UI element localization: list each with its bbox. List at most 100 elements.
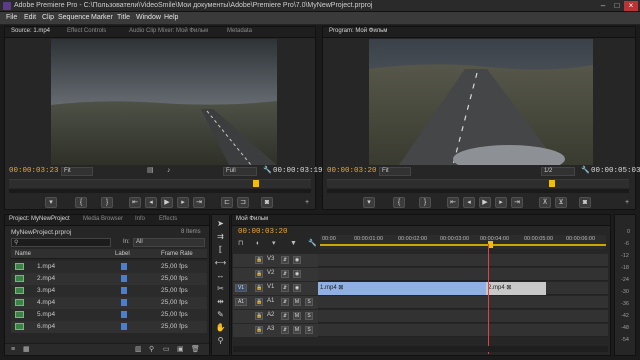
- tab-info[interactable]: Info: [135, 216, 145, 222]
- tab-program[interactable]: Program: Мой Фильм: [329, 28, 387, 34]
- tab-metadata[interactable]: Metadata: [227, 28, 252, 34]
- tab-effect-controls[interactable]: Effect Controls: [67, 28, 106, 34]
- tab-media-browser[interactable]: Media Browser: [83, 216, 123, 222]
- new-bin-icon[interactable]: ▭: [163, 345, 170, 354]
- close-button[interactable]: ×: [624, 1, 638, 11]
- lift-button[interactable]: ⊼: [539, 197, 551, 208]
- timeline-ruler[interactable]: 00:00 00:00:01:00 00:00:02:00 00:00:03:0…: [320, 235, 606, 249]
- tab-project[interactable]: Project: MyNewProject: [9, 216, 70, 222]
- program-step-forward-button[interactable]: ▸: [495, 197, 507, 208]
- timeline-wrench-icon[interactable]: 🔧: [308, 239, 317, 248]
- icon-view-icon[interactable]: ▦: [23, 345, 30, 354]
- menu-edit[interactable]: Edit: [24, 14, 36, 21]
- program-add-button-icon[interactable]: +: [625, 198, 629, 207]
- track-a2[interactable]: 🔒 A2 ⇵ M S: [233, 310, 608, 323]
- program-playhead[interactable]: [549, 180, 555, 187]
- source-playhead[interactable]: [253, 180, 259, 187]
- delete-icon[interactable]: 🗑: [191, 345, 200, 354]
- menu-file[interactable]: File: [6, 14, 17, 21]
- eye-icon[interactable]: ◉: [293, 270, 301, 278]
- source-patch-a1[interactable]: A1: [235, 298, 247, 306]
- list-item[interactable]: 1.mp4 25,00 fps: [11, 261, 207, 273]
- timeline-timecode[interactable]: 00:00:03:20: [238, 228, 288, 236]
- drag-video-icon[interactable]: ▤: [147, 166, 154, 175]
- list-item[interactable]: 5.mp4 25,00 fps: [11, 309, 207, 321]
- track-v3[interactable]: 🔒 V3 ⇵ ◉: [233, 254, 608, 267]
- clip-1[interactable]: 1.mp4 ⊠: [318, 282, 486, 295]
- solo-toggle[interactable]: S: [305, 326, 313, 334]
- program-zoom-bar[interactable]: [327, 189, 629, 193]
- program-zoom-select[interactable]: Fit: [379, 167, 411, 176]
- menu-window[interactable]: Window: [136, 14, 161, 21]
- menu-marker[interactable]: Marker: [91, 14, 113, 21]
- program-resolution-select[interactable]: 1/2: [541, 167, 575, 176]
- add-button-icon[interactable]: +: [305, 198, 309, 207]
- list-item[interactable]: 3.mp4 25,00 fps: [11, 285, 207, 297]
- column-label[interactable]: Label: [115, 251, 130, 257]
- sync-lock-toggle[interactable]: ⇵: [281, 270, 289, 278]
- tab-effects[interactable]: Effects: [159, 216, 177, 222]
- track-v1[interactable]: V1 🔒 V1 ⇵ ◉ 1.mp4 ⊠ 2.mp4 ⊠: [233, 282, 608, 295]
- solo-toggle[interactable]: S: [305, 312, 313, 320]
- track-a1[interactable]: A1 🔒 A1 ⇵ M S: [233, 296, 608, 309]
- menu-clip[interactable]: Clip: [42, 14, 54, 21]
- program-wrench-icon[interactable]: 🔧: [581, 166, 590, 175]
- automate-icon[interactable]: ▥: [135, 345, 142, 354]
- slip-tool-icon[interactable]: ⇹: [214, 296, 227, 308]
- in-filter-select[interactable]: All: [133, 238, 205, 247]
- play-button[interactable]: ▶: [161, 197, 173, 208]
- lock-toggle[interactable]: 🔒: [255, 284, 263, 292]
- step-forward-button[interactable]: ▸: [177, 197, 189, 208]
- tab-source[interactable]: Source: 1.mp4: [11, 28, 50, 34]
- column-name[interactable]: Name: [15, 251, 31, 257]
- tab-audio-clip-mixer[interactable]: Audio Clip Mixer: Мой Фильм: [129, 28, 208, 34]
- overwrite-button[interactable]: ⊐: [237, 197, 249, 208]
- lock-toggle[interactable]: 🔒: [255, 256, 263, 264]
- tab-sequence[interactable]: Мой Фильм: [236, 216, 268, 222]
- track-v2[interactable]: 🔒 V2 ⇵ ◉: [233, 268, 608, 281]
- project-search-input[interactable]: ⚲: [11, 238, 111, 247]
- program-play-button[interactable]: ▶: [479, 197, 491, 208]
- sync-lock-toggle[interactable]: ⇵: [281, 284, 289, 292]
- sync-lock-toggle[interactable]: ⇵: [281, 298, 289, 306]
- track-a3[interactable]: 🔒 A3 ⇵ M S: [233, 324, 608, 337]
- menu-sequence[interactable]: Sequence: [58, 14, 90, 21]
- step-back-button[interactable]: ◂: [145, 197, 157, 208]
- mute-toggle[interactable]: M: [293, 326, 301, 334]
- add-marker-button[interactable]: ▾: [45, 197, 57, 208]
- extract-button[interactable]: ⊻: [555, 197, 567, 208]
- eye-icon[interactable]: ◉: [293, 256, 301, 264]
- add-marker-icon[interactable]: ▾: [272, 239, 276, 248]
- source-zoom-bar[interactable]: [9, 189, 311, 193]
- program-step-back-button[interactable]: ◂: [463, 197, 475, 208]
- sync-lock-toggle[interactable]: ⇵: [281, 326, 289, 334]
- source-patch-v1[interactable]: V1: [235, 284, 247, 292]
- program-export-frame-button[interactable]: ◙: [579, 197, 591, 208]
- export-frame-button[interactable]: ◙: [261, 197, 273, 208]
- lock-toggle[interactable]: 🔒: [255, 298, 263, 306]
- timeline-marker-icon[interactable]: ▼: [290, 239, 297, 248]
- go-to-out-button[interactable]: ⇥: [193, 197, 205, 208]
- linked-selection-icon[interactable]: ◐: [256, 239, 260, 248]
- sync-lock-toggle[interactable]: ⇵: [281, 256, 289, 264]
- razor-tool-icon[interactable]: ✂: [214, 283, 227, 295]
- menu-title[interactable]: Title: [117, 14, 130, 21]
- source-quality-select[interactable]: Full: [223, 167, 257, 176]
- source-time-ruler[interactable]: [9, 179, 311, 188]
- mark-in-button[interactable]: {: [75, 197, 87, 208]
- lock-toggle[interactable]: 🔒: [255, 326, 263, 334]
- program-add-marker-button[interactable]: ▾: [363, 197, 375, 208]
- menu-help[interactable]: Help: [164, 14, 178, 21]
- solo-toggle[interactable]: S: [305, 298, 313, 306]
- rolling-edit-tool-icon[interactable]: ⟷: [214, 257, 227, 269]
- list-view-icon[interactable]: ≡: [11, 345, 15, 354]
- mute-toggle[interactable]: M: [293, 312, 301, 320]
- minimize-button[interactable]: –: [596, 1, 610, 11]
- list-item[interactable]: 4.mp4 25,00 fps: [11, 297, 207, 309]
- insert-button[interactable]: ⊏: [221, 197, 233, 208]
- list-item[interactable]: 2.mp4 25,00 fps: [11, 273, 207, 285]
- drag-audio-icon[interactable]: ♪: [167, 166, 171, 175]
- selection-tool-icon[interactable]: ➤: [214, 218, 227, 230]
- program-timecode[interactable]: 00:00:03:20: [327, 167, 377, 175]
- find-icon[interactable]: ⚲: [149, 345, 154, 354]
